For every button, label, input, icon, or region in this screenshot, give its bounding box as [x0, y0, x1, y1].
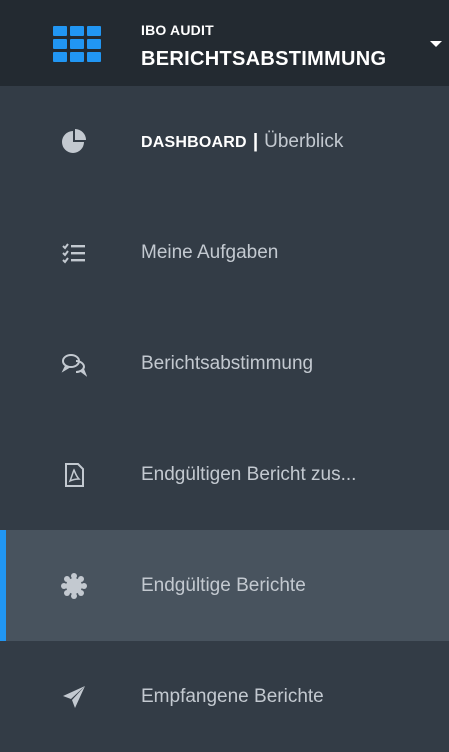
nav-label-reconciliation: Berichtsabstimmung — [141, 352, 314, 374]
nav-item-dashboard[interactable]: DASHBOARD | Überblick — [0, 86, 449, 197]
sidebar-header: IBO AUDIT BERICHTSABSTIMMUNG — [0, 0, 449, 86]
nav-label-received: Empfangene Berichte — [141, 685, 324, 707]
pdf-file-icon — [65, 462, 84, 487]
sidebar: IBO AUDIT BERICHTSABSTIMMUNG DASHBOARD | Ü… — [0, 0, 449, 733]
chevron-down-icon[interactable] — [430, 41, 442, 47]
pie-chart-icon — [62, 128, 86, 153]
nav-label-dashboard: DASHBOARD | Überblick — [141, 131, 343, 153]
task-list-icon — [62, 242, 85, 264]
chat-bubbles-icon — [61, 353, 87, 377]
dashboard-label: DASHBOARD — [141, 133, 247, 151]
nav-item-reconciliation[interactable]: Berichtsabstimmung — [0, 308, 449, 419]
label-separator: | — [252, 130, 259, 152]
nav-item-final-reports[interactable]: Endgültige Berichte — [0, 530, 449, 641]
app-title[interactable]: BERICHTSABSTIMMUNG — [141, 48, 386, 71]
certificate-icon — [61, 572, 87, 599]
nav-label-tasks: Meine Aufgaben — [141, 241, 279, 263]
app-grid-icon[interactable] — [53, 26, 101, 64]
nav-item-tasks[interactable]: Meine Aufgaben — [0, 197, 449, 308]
nav-label-final-reports: Endgültige Berichte — [141, 574, 306, 596]
overview-label: Überblick — [264, 130, 344, 152]
nav-item-finalize[interactable]: Endgültigen Bericht zus... — [0, 419, 449, 530]
nav-item-received[interactable]: Empfangene Berichte — [0, 641, 449, 752]
app-subtitle: IBO AUDIT — [141, 22, 214, 38]
nav-label-finalize: Endgültigen Bericht zus... — [141, 463, 357, 485]
paper-plane-icon — [63, 685, 85, 708]
